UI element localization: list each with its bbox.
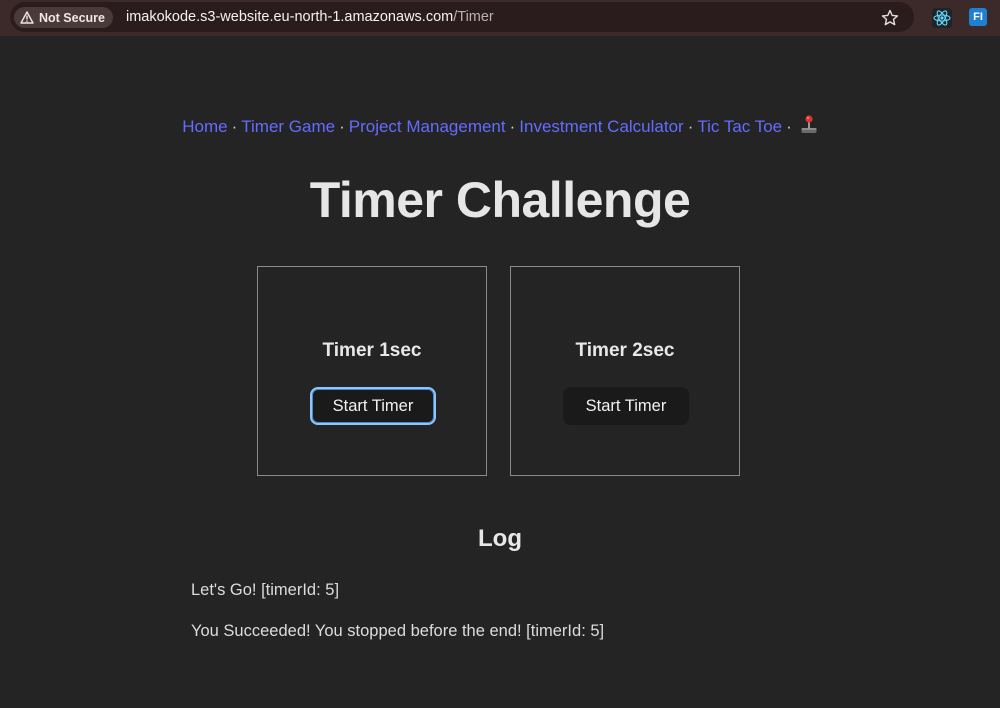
log-entry: You Succeeded! You stopped before the en… xyxy=(191,622,605,640)
url-path: /Timer xyxy=(453,9,494,25)
page-content: Home · Timer Game · Project Management · Inves… xyxy=(0,36,1000,708)
star-icon[interactable] xyxy=(880,8,900,28)
warning-icon xyxy=(20,11,34,24)
browser-toolbar: Not Secure imakokode.s3-website.eu-north… xyxy=(0,0,1000,36)
log-list: Let's Go! [timerId: 5] You Succeeded! Yo… xyxy=(191,580,604,662)
start-timer-button[interactable]: Start Timer xyxy=(310,387,436,425)
nav-link-project-management[interactable]: Project Management xyxy=(349,117,506,136)
timer-challenge-card: Timer 1sec Start Timer xyxy=(257,266,487,476)
nav-link-home[interactable]: Home xyxy=(182,117,227,136)
start-timer-button[interactable]: Start Timer xyxy=(563,387,689,425)
react-devtools-icon[interactable] xyxy=(932,8,952,28)
nav-link-timer-game[interactable]: Timer Game xyxy=(241,117,335,136)
nav-separator: · xyxy=(339,117,345,136)
security-indicator[interactable]: Not Secure xyxy=(14,7,113,28)
log-entry: Let's Go! [timerId: 5] xyxy=(191,581,340,599)
challenge-title: Timer 1sec xyxy=(322,340,422,361)
nav-separator: · xyxy=(509,117,516,136)
url-host: imakokode.s3-website.eu-north-1.amazonaw… xyxy=(126,9,454,25)
fi-extension-icon[interactable]: FI xyxy=(969,8,987,26)
url-text[interactable]: imakokode.s3-website.eu-north-1.amazonaw… xyxy=(126,9,494,25)
challenge-title: Timer 2sec xyxy=(575,340,675,361)
page-title: Timer Challenge xyxy=(309,172,691,228)
nav-link-investment-calculator[interactable]: Investment Calculator xyxy=(519,117,683,136)
timer-challenge-card: Timer 2sec Start Timer xyxy=(510,266,740,476)
nav-link-tic-tac-toe[interactable]: Tic Tac Toe xyxy=(697,117,782,136)
nav-separator: · xyxy=(786,117,792,136)
top-nav: Home · Timer Game · Project Management · Inves… xyxy=(0,114,1000,139)
joystick-icon[interactable] xyxy=(800,114,818,139)
security-label: Not Secure xyxy=(39,10,105,25)
nav-separator: · xyxy=(687,117,694,136)
log-title: Log xyxy=(478,525,522,552)
nav-separator: · xyxy=(231,117,238,136)
